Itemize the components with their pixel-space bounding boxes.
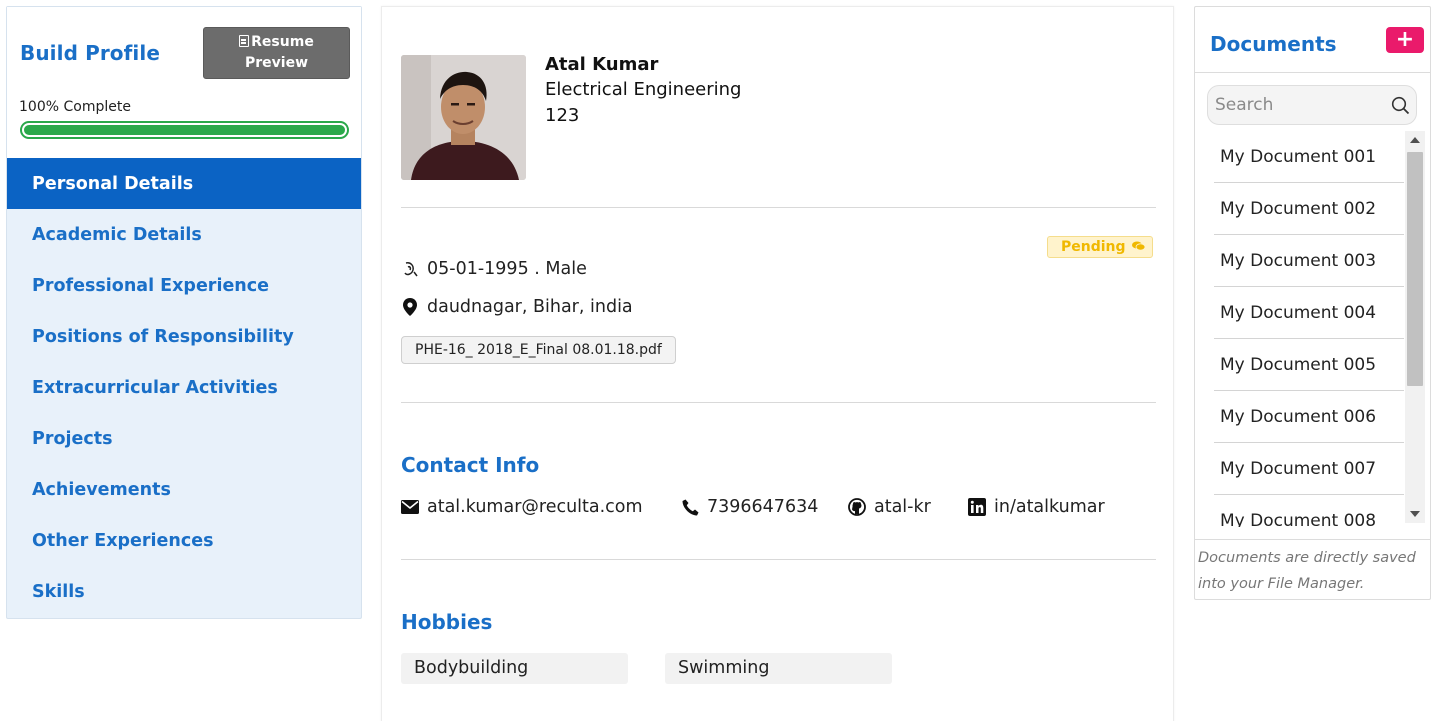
- linkedin-text: in/atalkumar: [994, 497, 1105, 517]
- resume-icon: [239, 35, 250, 47]
- progress-fill: [24, 125, 345, 135]
- progress-bar: [20, 121, 349, 139]
- email-text: atal.kumar@reculta.com: [427, 497, 643, 517]
- build-profile-header: Build Profile Resume Preview 100% Comple…: [7, 7, 361, 158]
- build-profile-title: Build Profile: [20, 41, 161, 65]
- location-text: daudnagar, Bihar, india: [427, 297, 633, 317]
- document-search: [1207, 85, 1417, 125]
- divider: [401, 207, 1156, 208]
- resume-preview-button[interactable]: Resume Preview: [203, 27, 350, 79]
- profile-content: Atal Kumar Electrical Engineering 123 Pe…: [381, 6, 1174, 721]
- email-contact[interactable]: atal.kumar@reculta.com: [401, 497, 643, 517]
- app-root: Build Profile Resume Preview 100% Comple…: [0, 0, 1447, 721]
- document-item[interactable]: My Document 002: [1214, 183, 1404, 235]
- document-list[interactable]: My Document 001 My Document 002 My Docum…: [1214, 131, 1404, 527]
- profile-nav: Personal Details Academic Details Profes…: [7, 158, 361, 617]
- comments-icon: [1132, 241, 1145, 251]
- divider: [401, 559, 1156, 560]
- scrollbar-thumb[interactable]: [1407, 152, 1423, 386]
- scroll-down-arrow-icon[interactable]: [1410, 511, 1420, 517]
- divider: [1195, 539, 1430, 540]
- search-icon[interactable]: [1391, 96, 1410, 115]
- contact-info-title: Contact Info: [401, 453, 540, 477]
- nav-item-other-experiences[interactable]: Other Experiences: [7, 515, 361, 566]
- phone-contact[interactable]: 7396647634: [682, 497, 818, 517]
- hobby-item: Swimming: [665, 653, 892, 684]
- nav-item-extracurricular-activities[interactable]: Extracurricular Activities: [7, 362, 361, 413]
- document-item[interactable]: My Document 001: [1214, 131, 1404, 183]
- document-item[interactable]: My Document 003: [1214, 235, 1404, 287]
- dob-gender-row: 05-01-1995 . Male: [401, 259, 587, 279]
- divider: [1195, 72, 1430, 73]
- document-item[interactable]: My Document 008: [1214, 495, 1404, 527]
- add-document-button[interactable]: +: [1386, 27, 1424, 53]
- resume-preview-label-2: Preview: [244, 55, 308, 71]
- github-icon: [848, 498, 866, 516]
- location-row: daudnagar, Bihar, india: [401, 297, 633, 317]
- github-text: atal-kr: [874, 497, 931, 517]
- document-item[interactable]: My Document 006: [1214, 391, 1404, 443]
- student-roll-number: 123: [545, 105, 580, 126]
- progress-label: 100% Complete: [19, 99, 131, 115]
- documents-note: Documents are directly saved into your F…: [1198, 550, 1416, 592]
- phone-text: 7396647634: [707, 497, 819, 517]
- email-icon: [401, 500, 419, 514]
- attachment-chip[interactable]: PHE-16_ 2018_E_Final 08.01.18.pdf: [401, 336, 676, 364]
- document-item[interactable]: My Document 007: [1214, 443, 1404, 495]
- location-pin-icon: [401, 298, 419, 316]
- status-label: Pending: [1061, 239, 1126, 255]
- student-name: Atal Kumar: [545, 54, 659, 75]
- nav-item-projects[interactable]: Projects: [7, 413, 361, 464]
- birthday-icon: [401, 260, 419, 278]
- profile-photo: [401, 55, 526, 180]
- documents-panel: Documents + My Document 001 My Document …: [1194, 6, 1431, 600]
- divider: [401, 402, 1156, 403]
- scroll-up-arrow-icon[interactable]: [1410, 137, 1420, 143]
- document-search-input[interactable]: [1208, 86, 1378, 124]
- hobbies-title: Hobbies: [401, 610, 493, 634]
- document-item[interactable]: My Document 005: [1214, 339, 1404, 391]
- resume-preview-label-1: Resume: [251, 34, 314, 50]
- document-list-scrollbar[interactable]: [1405, 131, 1425, 523]
- nav-item-personal-details[interactable]: Personal Details: [7, 158, 361, 209]
- nav-item-positions-of-responsibility[interactable]: Positions of Responsibility: [7, 311, 361, 362]
- document-item[interactable]: My Document 004: [1214, 287, 1404, 339]
- linkedin-icon: [968, 498, 986, 516]
- phone-icon: [682, 499, 699, 515]
- nav-item-academic-details[interactable]: Academic Details: [7, 209, 361, 260]
- dob-gender-text: 05-01-1995 . Male: [427, 259, 587, 279]
- hobby-item: Bodybuilding: [401, 653, 628, 684]
- nav-item-professional-experience[interactable]: Professional Experience: [7, 260, 361, 311]
- status-badge[interactable]: Pending: [1047, 236, 1153, 258]
- github-contact[interactable]: atal-kr: [848, 497, 931, 517]
- linkedin-contact[interactable]: in/atalkumar: [968, 497, 1105, 517]
- student-department: Electrical Engineering: [545, 79, 742, 100]
- build-profile-panel: Build Profile Resume Preview 100% Comple…: [6, 6, 362, 619]
- documents-title: Documents: [1210, 32, 1337, 56]
- nav-item-skills[interactable]: Skills: [7, 566, 361, 617]
- nav-item-achievements[interactable]: Achievements: [7, 464, 361, 515]
